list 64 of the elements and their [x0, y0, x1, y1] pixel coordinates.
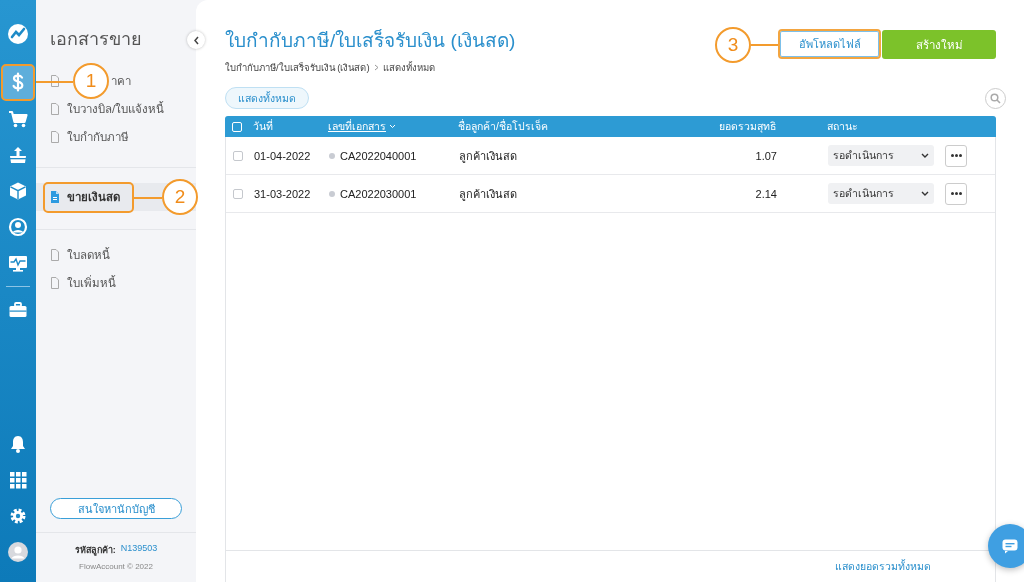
sidebar-item[interactable]: ใบลดหนี้ [50, 241, 110, 269]
status-dropdown[interactable]: รอดำเนินการ [828, 183, 934, 204]
collapse-sidebar-button[interactable] [187, 31, 205, 49]
document-icon [50, 249, 60, 261]
ellipsis-icon [950, 154, 962, 157]
avatar-icon[interactable] [8, 542, 28, 562]
chevron-down-icon [921, 153, 929, 158]
status-dot [329, 190, 335, 197]
show-totals-link[interactable]: แสดงยอดรวมทั้งหมด [835, 558, 931, 575]
box-icon[interactable] [8, 181, 28, 201]
chat-button[interactable] [988, 524, 1024, 568]
settings-icon[interactable] [8, 506, 28, 526]
status-dot [329, 152, 335, 159]
more-options-button[interactable] [945, 182, 967, 205]
document-number-link[interactable]: CA2022040001 [340, 149, 417, 162]
table-cell-text: 31-03-2022 [254, 187, 312, 200]
table-cell-text: ลูกค้าเงินสด [459, 148, 518, 165]
document-icon [50, 277, 60, 289]
customer-id-label: รหัสลูกค้า: [74, 544, 116, 557]
app-grid-icon[interactable] [8, 470, 28, 490]
document-icon [50, 75, 60, 87]
leader-line [134, 197, 162, 199]
table-cell-text: ลูกค้าเงินสด [459, 186, 518, 203]
checkbox[interactable] [233, 150, 243, 161]
sidebar-item[interactable]: ใบกำกับภาษี [50, 123, 129, 151]
sidebar-item[interactable]: ใบเพิ่มหนี้ [50, 269, 116, 297]
breadcrumb-item: แสดงทั้งหมด [382, 60, 435, 75]
find-accountant-button[interactable]: สนใจหานักบัญชี [50, 498, 182, 519]
sidebar-item[interactable]: ขายเงินสด [43, 181, 134, 213]
search-icon [990, 92, 1001, 104]
more-options-button[interactable] [945, 144, 967, 167]
copyright-text: FlowAccount © 2022 [79, 562, 153, 571]
breadcrumb-item[interactable]: ใบกำกับภาษี/ใบเสร็จรับเงิน (เงินสด) [225, 60, 370, 75]
tray-upload-icon[interactable] [8, 145, 28, 165]
leader-line [36, 81, 73, 83]
checkbox[interactable] [233, 188, 243, 199]
table-cell-text: 2.14 [754, 187, 777, 200]
ellipsis-icon [950, 192, 962, 195]
logo-icon[interactable] [8, 24, 28, 44]
page-title: ใบกำกับภาษี/ใบเสร็จรับเงิน (เงินสด) [225, 28, 516, 53]
caret-down-icon [389, 124, 396, 129]
document-number-link[interactable]: CA2022030001 [340, 187, 417, 200]
leader-line [751, 44, 778, 46]
document-icon [50, 191, 60, 203]
chevron-down-icon [921, 191, 929, 196]
sidebar-item[interactable]: าคา [111, 67, 131, 95]
status-dropdown[interactable]: รอดำเนินการ [828, 145, 934, 166]
search-button[interactable] [985, 87, 1006, 109]
chat-bubble-icon [1002, 538, 1018, 554]
highlighted-nav-tile[interactable] [1, 63, 35, 101]
chevron-right-icon [373, 64, 379, 71]
bell-icon[interactable] [8, 434, 28, 454]
monitor-pulse-icon[interactable] [8, 253, 28, 273]
document-icon [50, 103, 60, 115]
person-circle-icon[interactable] [8, 217, 28, 237]
cart-icon[interactable] [8, 109, 28, 129]
document-icon [50, 131, 60, 143]
briefcase-icon[interactable] [8, 300, 28, 320]
section-title: เอกสารขาย [50, 28, 142, 50]
table-cell-text: 1.07 [754, 149, 777, 162]
chevron-left-icon [192, 35, 200, 45]
customer-id: N139503 [120, 543, 158, 555]
table-cell-text: 01-04-2022 [254, 149, 312, 162]
upload-file-button[interactable]: อัพโหลดไฟล์ [778, 29, 881, 59]
